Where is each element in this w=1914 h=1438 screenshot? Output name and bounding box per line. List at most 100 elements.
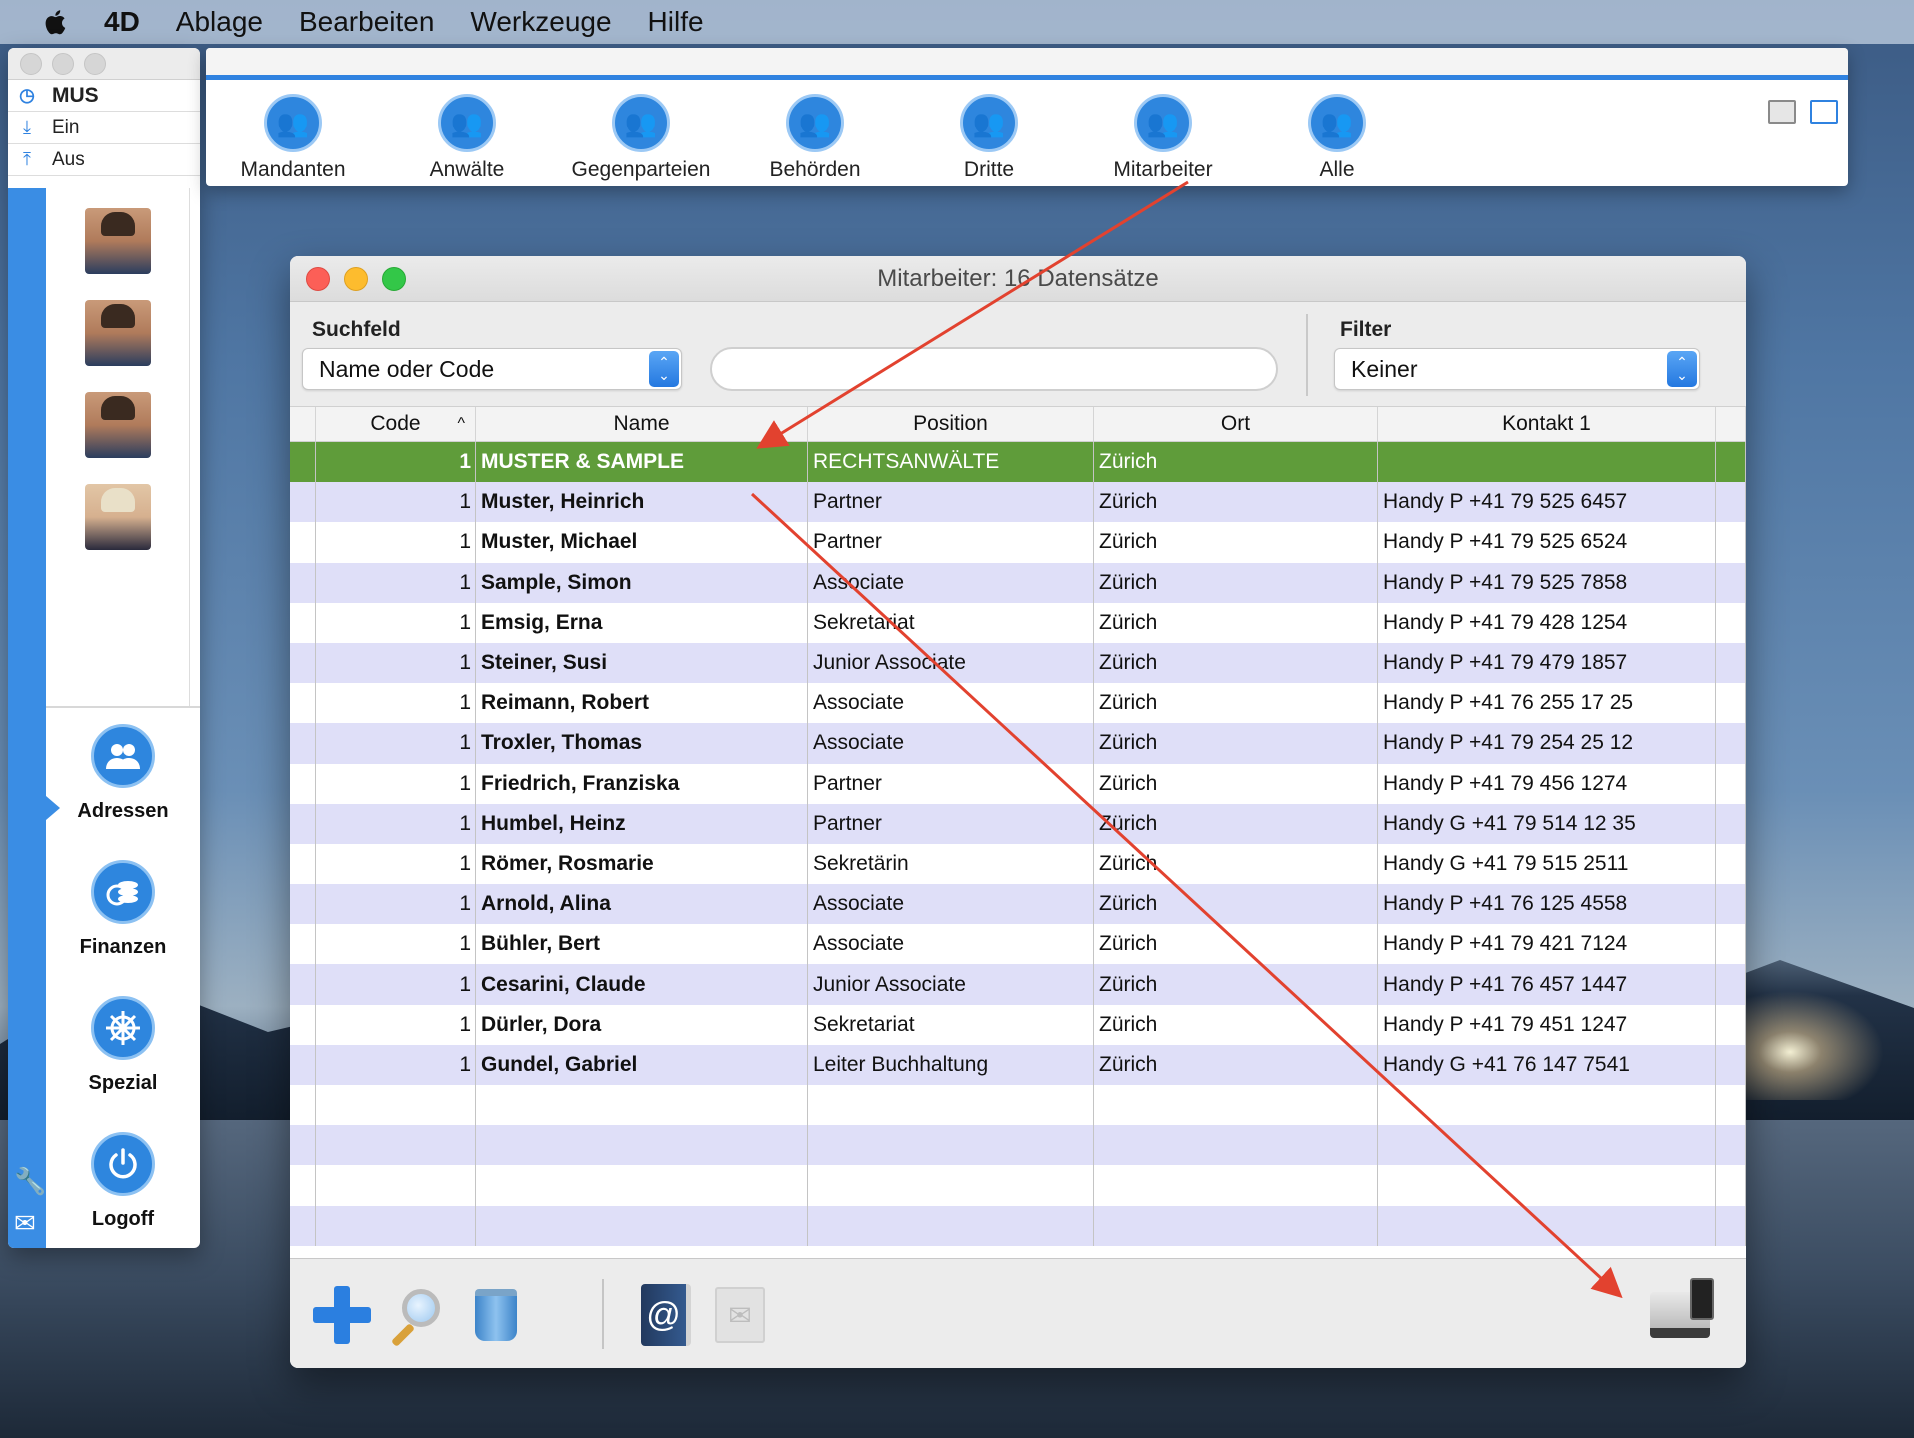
cell-name: Dürler, Dora [476, 1004, 808, 1045]
table-row[interactable]: 1 Dürler, Dora Sekretariat Zürich Handy P +4… [290, 1004, 1746, 1045]
user-avatar[interactable] [84, 300, 151, 366]
cell-code: 1 [316, 964, 476, 1005]
toolbar-titlestrip [206, 48, 1848, 80]
cell-name: Emsig, Erna [476, 602, 808, 643]
cell-position: Junior Associate [808, 964, 1094, 1005]
cell-ort: Zürich [1094, 1004, 1378, 1045]
menu-bearbeiten[interactable]: Bearbeiten [299, 6, 434, 38]
add-icon[interactable] [312, 1285, 372, 1345]
row-gutter [290, 442, 316, 483]
cell-kontakt [1378, 442, 1716, 483]
cell-ort: Zürich [1094, 1044, 1378, 1085]
cell-name: Sample, Simon [476, 562, 808, 603]
filter-select[interactable]: Keiner ⌃ ⌄ [1334, 348, 1700, 390]
category-behoerden[interactable]: 👥 Behörden [728, 94, 902, 182]
column-code[interactable]: Code ^ [316, 407, 476, 441]
table-row-empty [290, 1205, 1746, 1246]
user-avatar[interactable] [84, 208, 151, 274]
table-row[interactable]: 1 Reimann, Robert Associate Zürich Handy P +… [290, 683, 1746, 724]
table-row[interactable]: 1 Friedrich, Franziska Partner Zürich Handy … [290, 763, 1746, 804]
cell-position: Associate [808, 884, 1094, 925]
cell-ort [1094, 1085, 1378, 1126]
cell-position [808, 1165, 1094, 1206]
table-row[interactable]: 1 Steiner, Susi Junior Associate Zürich Hand… [290, 642, 1746, 684]
table-row[interactable]: 1 Humbel, Heinz Partner Zürich Handy G +41 7… [290, 803, 1746, 844]
menu-ablage[interactable]: Ablage [176, 6, 263, 38]
column-kontakt[interactable]: Kontakt 1 [1378, 407, 1716, 441]
stamp-icon[interactable]: ✉ [710, 1285, 770, 1345]
category-anwaelte[interactable]: 👥 Anwälte [380, 94, 554, 182]
check-out-row[interactable]: ⤒ Aus [8, 144, 200, 176]
category-mitarbeiter[interactable]: 👥 Mitarbeiter [1076, 94, 1250, 182]
cell-kontakt: Handy P +41 79 451 1247 [1378, 1004, 1716, 1045]
lens [402, 1289, 440, 1327]
wrench-icon[interactable]: 🔧 [14, 1166, 46, 1197]
mail-icon[interactable]: ✉ [14, 1208, 36, 1239]
trash-icon[interactable] [466, 1285, 526, 1345]
category-dritte[interactable]: 👥 Dritte [902, 94, 1076, 182]
row-gutter [290, 482, 316, 523]
row-gutter [290, 1085, 316, 1126]
column-name[interactable]: Name [476, 407, 808, 441]
cell-ort [1094, 1125, 1378, 1166]
category-gegenparteien[interactable]: 👥 Gegenparteien [554, 94, 728, 182]
cell-code: 1 [316, 683, 476, 724]
upload-icon: ⤒ [23, 149, 31, 169]
column-ort[interactable]: Ort [1094, 407, 1378, 441]
nav-logoff[interactable]: Logoff [46, 1132, 200, 1248]
window-icon[interactable] [1810, 100, 1838, 124]
cell-name: Cesarini, Claude [476, 964, 808, 1005]
category-alle[interactable]: 👥 Alle [1250, 94, 1424, 182]
category-mandanten[interactable]: 👥 Mandanten [206, 94, 380, 182]
search-field-select[interactable]: Name oder Code ⌃ ⌄ [302, 348, 682, 390]
user-avatar[interactable] [84, 392, 151, 458]
cell-kontakt [1378, 1125, 1716, 1166]
nav-adressen[interactable]: Adressen [46, 724, 200, 860]
cell-name: Muster, Michael [476, 522, 808, 563]
cell-position [808, 1085, 1094, 1126]
column-position[interactable]: Position [808, 407, 1094, 441]
user-avatar[interactable] [84, 484, 151, 550]
row-end [1716, 482, 1746, 523]
apple-menu-icon[interactable] [40, 6, 68, 38]
category-label: Gegenparteien [571, 158, 711, 181]
column-label: Ort [1220, 412, 1251, 435]
table-row[interactable]: 1 Arnold, Alina Associate Zürich Handy P +41… [290, 884, 1746, 925]
close-button[interactable] [20, 52, 42, 75]
table-row[interactable]: 1 Emsig, Erna Sekretariat Zürich Handy P +41… [290, 602, 1746, 643]
toolbar-separator [1306, 314, 1308, 396]
table-row[interactable]: 1 Gundel, Gabriel Leiter Buchhaltung Zürich… [290, 1044, 1746, 1085]
zoom-button[interactable] [84, 52, 106, 75]
employee-table: Code ^ Name Position Ort Kontakt 1 1 MUST… [290, 406, 1746, 1258]
search-icon[interactable] [390, 1285, 450, 1348]
cell-ort: Zürich [1094, 763, 1378, 804]
cell-kontakt: Handy P +41 79 525 7858 [1378, 562, 1716, 603]
print-icon[interactable] [1650, 1278, 1714, 1345]
row-gutter [290, 1165, 316, 1206]
cell-kontakt: Handy P +41 79 428 1254 [1378, 602, 1716, 643]
table-row[interactable]: 1 Muster, Heinrich Partner Zürich Handy P +4… [290, 482, 1746, 523]
column-label: Name [613, 412, 670, 435]
table-row[interactable]: 1 Bühler, Bert Associate Zürich Handy P +41 … [290, 924, 1746, 965]
nav-finanzen[interactable]: Finanzen [46, 860, 200, 996]
cell-position: Associate [808, 562, 1094, 603]
minimize-button[interactable] [52, 52, 74, 75]
check-in-row[interactable]: ⤓ Ein [8, 112, 200, 144]
cell-position: Leiter Buchhaltung [808, 1044, 1094, 1085]
search-input[interactable] [710, 347, 1278, 391]
table-row[interactable]: 1 MUSTER & SAMPLE RECHTSANWÄLTE Zürich [290, 442, 1746, 483]
nav-spezial[interactable]: Spezial [46, 996, 200, 1132]
table-row[interactable]: 1 Muster, Michael Partner Zürich Handy P +41… [290, 522, 1746, 563]
menu-4d[interactable]: 4D [104, 6, 140, 38]
user-code-row[interactable]: ◷ MUS [8, 80, 200, 112]
list-view-icon[interactable] [1768, 100, 1796, 124]
cell-position: Partner [808, 522, 1094, 563]
table-row[interactable]: 1 Cesarini, Claude Junior Associate Zürich H… [290, 964, 1746, 1005]
address-book-icon[interactable]: @ [636, 1284, 696, 1346]
menu-hilfe[interactable]: Hilfe [648, 6, 704, 38]
table-row[interactable]: 1 Römer, Rosmarie Sekretärin Zürich Handy G … [290, 843, 1746, 885]
menu-werkzeuge[interactable]: Werkzeuge [470, 6, 611, 38]
table-row[interactable]: 1 Sample, Simon Associate Zürich Handy P +41… [290, 562, 1746, 603]
category-label: Mitarbeiter [1113, 158, 1213, 181]
table-row[interactable]: 1 Troxler, Thomas Associate Zürich Handy P +… [290, 723, 1746, 764]
